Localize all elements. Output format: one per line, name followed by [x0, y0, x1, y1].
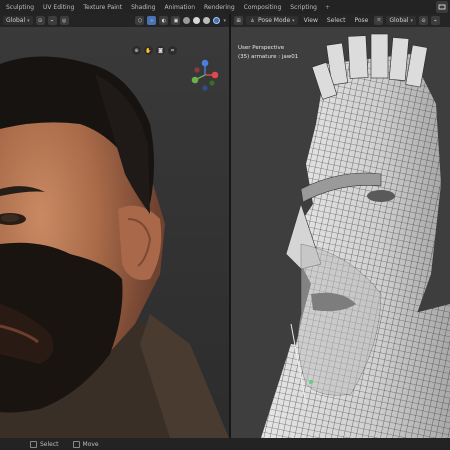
view-object-types-icon[interactable]: ⬡	[135, 16, 145, 25]
xray-toggle-icon[interactable]: ▣	[171, 16, 181, 25]
navigation-gizmo[interactable]	[188, 58, 222, 92]
overlay-toggle-icon[interactable]: ◐	[159, 16, 169, 25]
status-select-label: Select	[40, 440, 59, 448]
rendered-shading-icon[interactable]	[213, 17, 221, 24]
workspace-tab-bar: Sculpting UV Editing Texture Paint Shadi…	[0, 0, 450, 14]
right-viewport[interactable]: ⊞ ♙ Pose Mode ▾ View Select Pose ⤧ Globa…	[231, 14, 450, 438]
zoom-icon[interactable]: ⊕	[132, 46, 141, 55]
left-viewport[interactable]: Global ▾ ⊙ ⌁ ◎ ⬡ ⊹ ◐ ▣ ▾ ⊕ ✋ ◙ ⌗	[0, 14, 229, 438]
chevron-down-icon: ▾	[292, 17, 295, 24]
viewport-nav-tools: ⊕ ✋ ◙ ⌗	[132, 46, 177, 55]
tab-compositing[interactable]: Compositing	[240, 2, 286, 13]
solid-shading-icon[interactable]	[193, 17, 201, 24]
tab-uv-editing[interactable]: UV Editing	[39, 2, 78, 13]
status-move-label: Move	[82, 440, 99, 448]
material-shading-icon[interactable]	[203, 17, 211, 24]
camera-view-icon[interactable]: ◙	[156, 46, 165, 55]
status-bar: Select Move	[0, 438, 450, 450]
right-orientation-dropdown[interactable]: Global ▾	[386, 16, 416, 25]
editor-type-icon[interactable]: ⊞	[234, 16, 243, 25]
chevron-down-icon: ▾	[410, 17, 413, 24]
wireframe-head-mesh	[231, 14, 450, 438]
tab-scripting[interactable]: Scripting	[286, 2, 321, 13]
transform-orientation-dropdown[interactable]: Global ▾	[3, 16, 33, 25]
scene-icon[interactable]	[436, 1, 448, 13]
gizmo-toggle-icon[interactable]: ⊹	[147, 16, 157, 25]
pose-mode-icon: ♙	[250, 17, 255, 24]
pan-hand-icon[interactable]: ✋	[144, 46, 153, 55]
object-info-label: (35) armature : jaw01	[238, 54, 299, 60]
menu-select[interactable]: Select	[324, 16, 349, 25]
shading-options-chevron-icon[interactable]: ▾	[223, 18, 226, 24]
chevron-down-icon: ▾	[27, 17, 30, 24]
right-viewport-header: ⊞ ♙ Pose Mode ▾ View Select Pose ⤧ Globa…	[231, 14, 450, 27]
tab-shading[interactable]: Shading	[127, 2, 159, 13]
add-workspace-button[interactable]: +	[322, 2, 333, 13]
tab-rendering[interactable]: Rendering	[200, 2, 239, 13]
wireframe-shading-icon[interactable]	[183, 17, 191, 24]
mouse-left-icon	[30, 440, 37, 448]
orientation-label: Global	[6, 17, 26, 24]
view-name-label: User Perspective	[238, 45, 285, 51]
mouse-middle-icon	[72, 440, 80, 448]
transform-orientation-icon[interactable]: ⤧	[374, 16, 384, 25]
tab-animation[interactable]: Animation	[160, 2, 199, 13]
menu-pose[interactable]: Pose	[351, 16, 371, 25]
right-orientation-label: Global	[389, 17, 409, 24]
proportional-edit-icon[interactable]: ◎	[59, 16, 69, 25]
perspective-toggle-icon[interactable]: ⌗	[168, 46, 177, 55]
tab-sculpting[interactable]: Sculpting	[2, 2, 38, 13]
left-viewport-header: Global ▾ ⊙ ⌁ ◎ ⬡ ⊹ ◐ ▣ ▾	[0, 14, 229, 27]
mode-dropdown[interactable]: ♙ Pose Mode ▾	[246, 16, 298, 25]
snap-icon[interactable]: ⌁	[47, 16, 57, 25]
mode-label: Pose Mode	[258, 17, 291, 24]
pivot-icon[interactable]: ⊙	[35, 16, 45, 25]
pivot-icon[interactable]: ⊙	[419, 16, 428, 25]
tab-texture-paint[interactable]: Texture Paint	[79, 2, 126, 13]
menu-view[interactable]: View	[301, 16, 321, 25]
snap-icon[interactable]: ⌁	[431, 16, 440, 25]
